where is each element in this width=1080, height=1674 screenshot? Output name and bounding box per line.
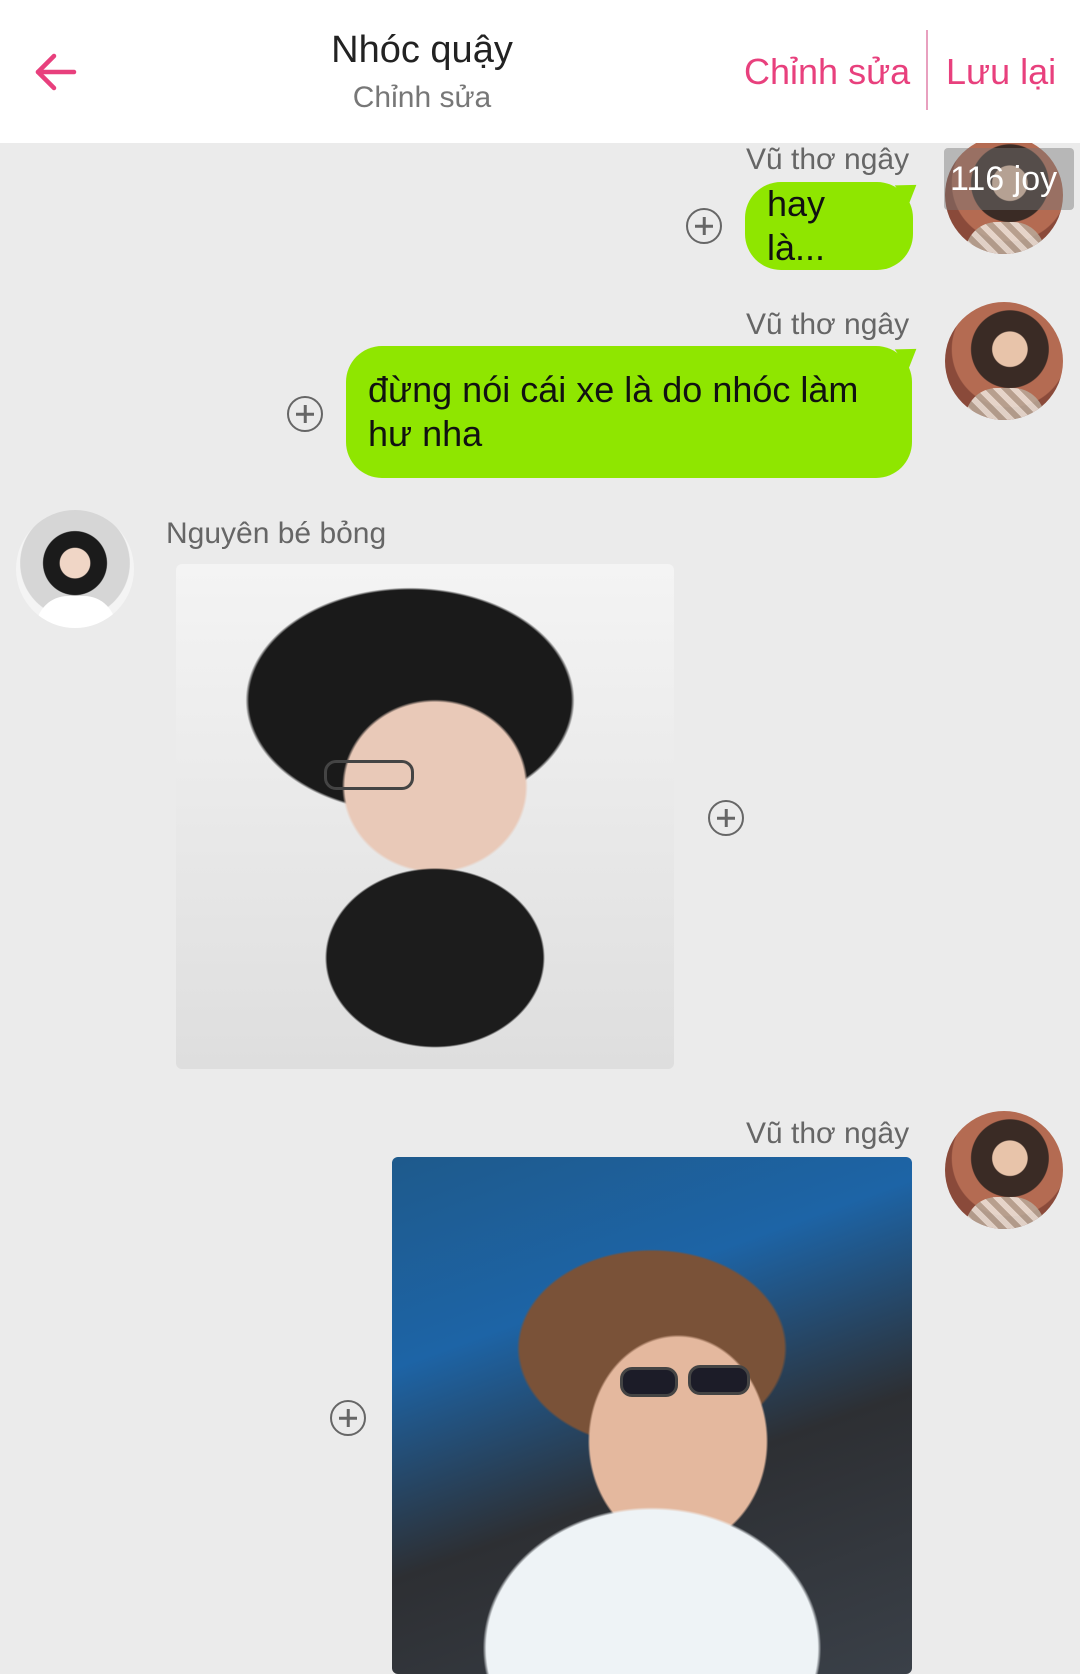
add-reaction-icon[interactable] [708, 800, 744, 836]
save-button[interactable]: Lưu lại [946, 44, 1056, 100]
arrow-left-icon[interactable] [22, 36, 94, 108]
message-bubble[interactable]: đừng nói cái xe là do nhóc làm hư nha [346, 346, 912, 478]
sender-name: Nguyên bé bỏng [166, 517, 387, 550]
add-reaction-icon[interactable] [330, 1400, 366, 1436]
sender-name: Vũ thơ ngây [746, 143, 910, 176]
sunglasses-left [620, 1367, 678, 1397]
sender-name: Vũ thơ ngây [746, 308, 910, 341]
avatar-detail [965, 1197, 1045, 1229]
page-title: Nhóc quậy [331, 29, 513, 71]
avatar[interactable] [16, 510, 134, 628]
avatar-detail [36, 596, 116, 628]
avatar-detail [965, 222, 1045, 254]
message-text: đừng nói cái xe là do nhóc làm hư nha [368, 369, 859, 454]
add-reaction-icon[interactable] [287, 396, 323, 432]
title-block: Nhóc quậy Chỉnh sửa [260, 24, 584, 120]
back-button[interactable] [22, 36, 94, 108]
sender-name: Vũ thơ ngây [746, 1117, 910, 1150]
sunglasses-right [688, 1365, 750, 1395]
message-photo[interactable] [392, 1157, 912, 1674]
edit-button[interactable]: Chỉnh sửa [744, 44, 910, 100]
avatar[interactable] [945, 302, 1063, 420]
tag-overlay: 116 joy [944, 148, 1074, 210]
add-reaction-icon[interactable] [686, 208, 722, 244]
avatar[interactable] [945, 1111, 1063, 1229]
header-divider [926, 30, 928, 110]
page-subtitle: Chỉnh sửa [352, 81, 492, 114]
message-text: hay là... [767, 183, 826, 268]
avatar-detail [965, 388, 1045, 420]
chat-screen: Nhóc quậy Chỉnh sửa Chỉnh sửa Lưu lại Vũ… [0, 0, 1080, 1674]
message-photo[interactable] [176, 564, 674, 1069]
photo-detail [324, 760, 414, 790]
message-bubble[interactable]: hay là... [745, 182, 913, 270]
app-header: Nhóc quậy Chỉnh sửa Chỉnh sửa Lưu lại [0, 0, 1080, 143]
